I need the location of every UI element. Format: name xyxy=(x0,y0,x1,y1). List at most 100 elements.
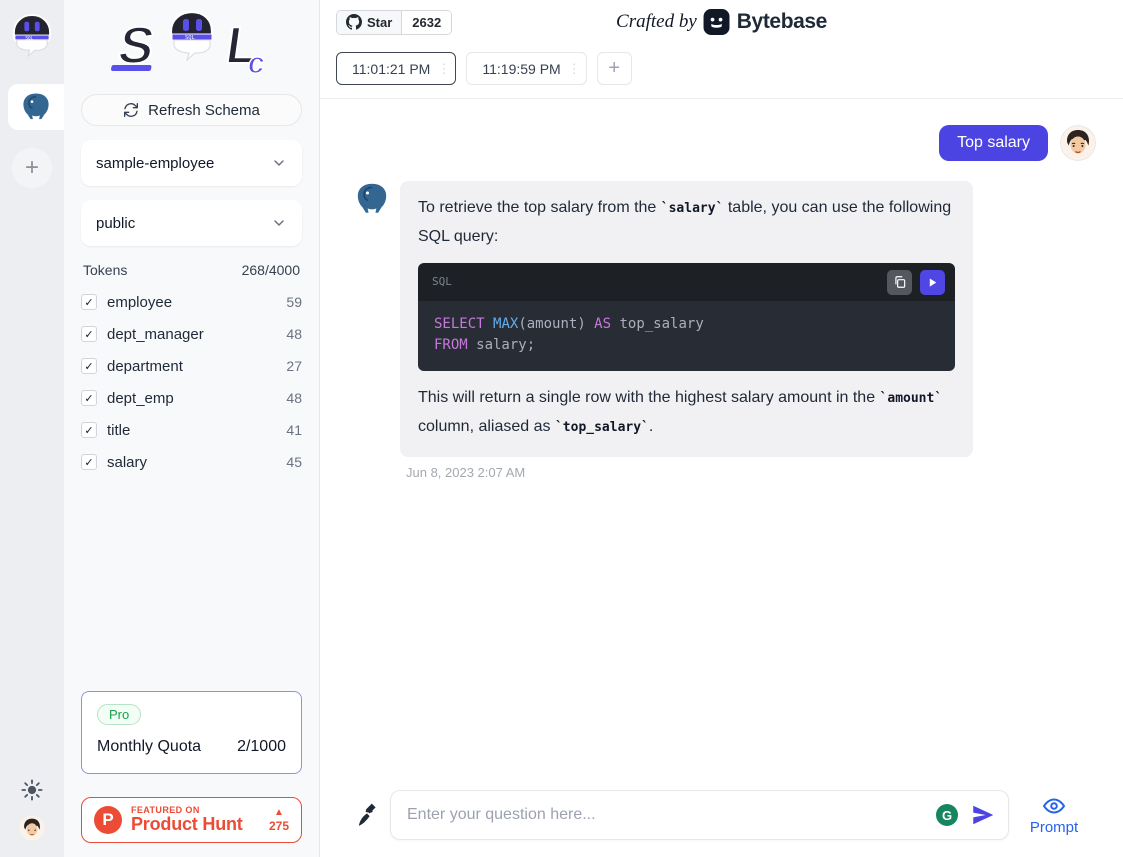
conversation-tabs: 11:01:21 PM ⋮ 11:19:59 PM ⋮ + xyxy=(320,44,1123,99)
schema-select-value: public xyxy=(96,215,135,232)
refresh-schema-label: Refresh Schema xyxy=(148,102,260,119)
play-icon xyxy=(926,276,939,289)
schema-sidebar: S SQL L c xyxy=(64,0,320,857)
code-line: FROM salary; xyxy=(434,335,939,356)
schema-select[interactable]: public xyxy=(81,200,302,246)
sql-band-label: SQL xyxy=(25,35,33,41)
copy-code-button[interactable] xyxy=(887,270,912,295)
code-block-body: SELECT MAX(amount) AS top_salary FROM sa… xyxy=(418,301,955,371)
tokens-label: Tokens xyxy=(83,262,127,278)
table-name: employee xyxy=(107,294,172,311)
table-row-title[interactable]: ✓ title 41 xyxy=(81,414,302,446)
assistant-postgres-avatar xyxy=(354,181,390,217)
refresh-icon xyxy=(123,102,139,118)
upvote-count: 275 xyxy=(269,820,289,832)
tab-label: 11:19:59 PM xyxy=(482,61,560,77)
tab-label: 11:01:21 PM xyxy=(352,61,430,77)
tab-conversation[interactable]: 11:19:59 PM ⋮ xyxy=(466,52,586,85)
checkbox-checked-icon[interactable]: ✓ xyxy=(81,390,97,406)
code-language-label: SQL xyxy=(432,268,452,296)
assistant-message-bubble: To retrieve the top salary from the `sal… xyxy=(400,181,973,457)
crafted-by-bytebase[interactable]: Crafted by Bytebase xyxy=(616,9,827,35)
question-input[interactable] xyxy=(407,806,936,824)
add-connection-button[interactable]: + xyxy=(12,148,52,188)
bytebase-brand-name: Bytebase xyxy=(737,10,827,34)
inline-code-top-salary: `top_salary` xyxy=(555,420,649,435)
assistant-paragraph-2: This will return a single row with the h… xyxy=(418,384,955,442)
input-bar: G Prompt xyxy=(320,790,1123,840)
inline-code-amount: `amount` xyxy=(880,391,943,406)
tokens-summary: Tokens 268/4000 xyxy=(81,246,302,286)
chevron-down-icon xyxy=(271,215,287,231)
checkbox-checked-icon[interactable]: ✓ xyxy=(81,454,97,470)
table-token-count: 27 xyxy=(286,358,302,374)
table-row-employee[interactable]: ✓ employee 59 xyxy=(81,286,302,318)
new-conversation-button[interactable]: + xyxy=(597,52,632,85)
monthly-quota-card: Pro Monthly Quota 2/1000 xyxy=(81,691,302,774)
theme-toggle-sun-icon[interactable] xyxy=(21,779,43,801)
prompt-label: Prompt xyxy=(1030,819,1078,836)
github-icon xyxy=(346,14,362,30)
checkbox-checked-icon[interactable]: ✓ xyxy=(81,358,97,374)
product-hunt-logo: P xyxy=(94,806,122,834)
sql-code-block: SQL xyxy=(418,263,955,371)
table-row-dept-emp[interactable]: ✓ dept_emp 48 xyxy=(81,382,302,414)
prompt-button[interactable]: Prompt xyxy=(1025,794,1083,836)
user-message-row: Top salary xyxy=(320,99,1123,161)
tab-conversation-active[interactable]: 11:01:21 PM ⋮ xyxy=(336,52,456,85)
message-list: Top salary xyxy=(320,99,1123,790)
user-profile-avatar[interactable] xyxy=(19,815,45,841)
checkbox-checked-icon[interactable]: ✓ xyxy=(81,294,97,310)
send-button[interactable] xyxy=(970,802,996,828)
assistant-paragraph-1: To retrieve the top salary from the `sal… xyxy=(418,194,955,251)
database-select[interactable]: sample-employee xyxy=(81,140,302,186)
table-name: dept_manager xyxy=(107,326,204,343)
product-hunt-badge[interactable]: P FEATURED ON Product Hunt ▲ 275 xyxy=(81,797,302,843)
run-query-button[interactable] xyxy=(920,270,945,295)
send-icon xyxy=(970,802,996,828)
chevron-down-icon xyxy=(271,155,287,171)
checkbox-checked-icon[interactable]: ✓ xyxy=(81,326,97,342)
topbar: Star 2632 Crafted by Bytebase xyxy=(320,0,1123,44)
sqlchat-bot-icon[interactable]: SQL xyxy=(13,14,51,56)
user-avatar xyxy=(1060,125,1096,161)
quota-value: 2/1000 xyxy=(237,738,286,756)
sql-band-label: SQL xyxy=(185,35,195,41)
code-line: SELECT MAX(amount) AS top_salary xyxy=(434,314,939,335)
kebab-menu-icon[interactable]: ⋮ xyxy=(437,61,446,77)
kebab-menu-icon[interactable]: ⋮ xyxy=(568,61,577,77)
copy-icon xyxy=(893,275,907,289)
quota-label: Monthly Quota xyxy=(97,738,201,756)
message-timestamp: Jun 8, 2023 2:07 AM xyxy=(406,465,1123,480)
postgres-connection-tile[interactable] xyxy=(8,84,64,130)
user-message-bubble: Top salary xyxy=(939,125,1048,161)
clear-conversation-broom-icon[interactable] xyxy=(355,798,385,832)
svg-text:c: c xyxy=(245,47,266,80)
database-select-value: sample-employee xyxy=(96,155,214,172)
postgresql-icon xyxy=(20,91,52,123)
connection-rail: SQL + xyxy=(0,0,64,857)
code-block-header: SQL xyxy=(418,263,955,301)
tokens-value: 268/4000 xyxy=(242,262,300,278)
eye-icon xyxy=(1042,794,1066,818)
table-row-department[interactable]: ✓ department 27 xyxy=(81,350,302,382)
table-token-count: 41 xyxy=(286,422,302,438)
github-star-button[interactable]: Star 2632 xyxy=(336,10,452,35)
table-row-salary[interactable]: ✓ salary 45 xyxy=(81,446,302,478)
star-label: Star xyxy=(367,15,392,30)
star-count: 2632 xyxy=(402,11,451,34)
question-input-container: G xyxy=(390,790,1009,840)
grammarly-icon[interactable]: G xyxy=(936,804,958,826)
refresh-schema-button[interactable]: Refresh Schema xyxy=(81,94,302,126)
table-name: department xyxy=(107,358,183,375)
checkbox-checked-icon[interactable]: ✓ xyxy=(81,422,97,438)
table-token-count: 48 xyxy=(286,326,302,342)
upvote-icon: ▲ xyxy=(274,808,284,818)
bytebase-logo-icon xyxy=(704,9,730,35)
table-name: dept_emp xyxy=(107,390,174,407)
pro-badge: Pro xyxy=(97,704,141,725)
crafted-by-label: Crafted by xyxy=(616,11,697,33)
table-token-count: 59 xyxy=(286,294,302,310)
sqlchat-logo: S SQL L c xyxy=(81,0,302,94)
table-row-dept-manager[interactable]: ✓ dept_manager 48 xyxy=(81,318,302,350)
